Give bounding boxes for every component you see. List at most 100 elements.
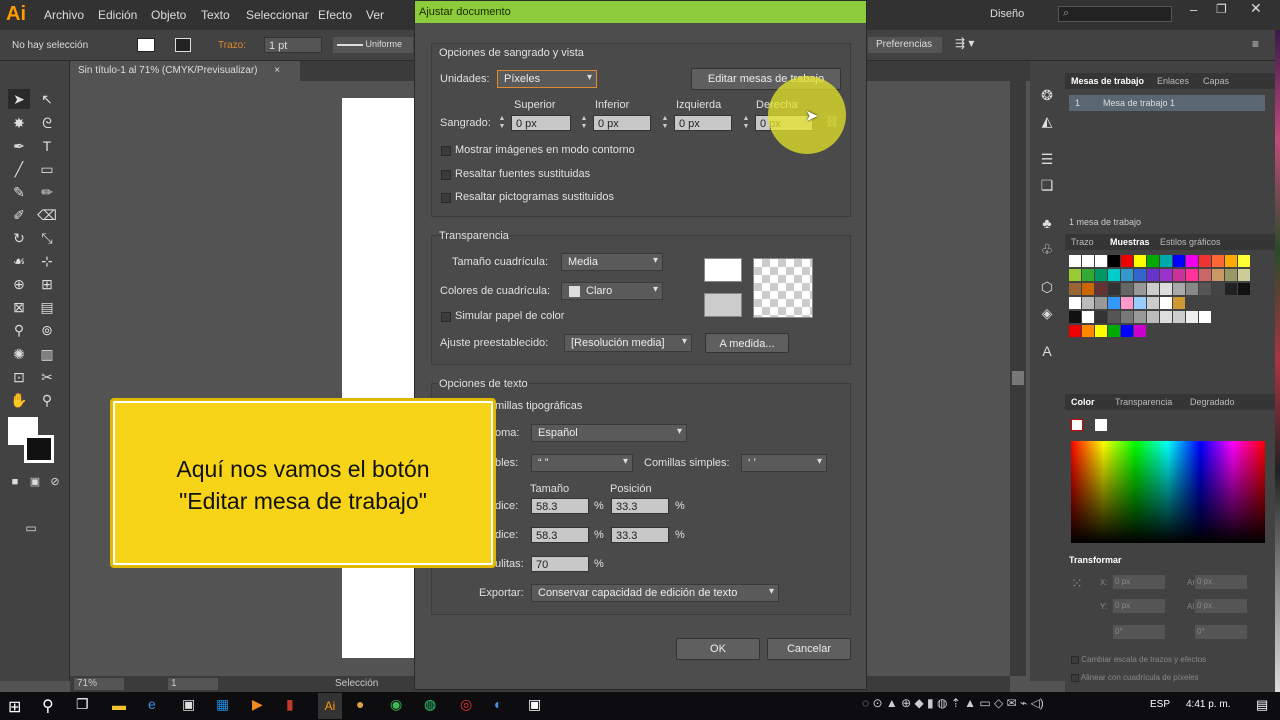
app-icon-1[interactable]: ● [356, 696, 364, 712]
app-icon-5[interactable]: ▣ [528, 696, 541, 713]
bleed-top-stepper[interactable]: ▲ ▼ [497, 115, 507, 131]
simulate-paper-label[interactable]: Simular papel de color [455, 310, 564, 322]
swatch[interactable] [1121, 255, 1133, 267]
brushes-icon[interactable]: ♧ [1036, 239, 1058, 259]
color-spectrum[interactable] [1071, 441, 1265, 543]
gradient-tool-icon[interactable]: ▤ [36, 297, 58, 317]
swatch[interactable] [1225, 255, 1237, 267]
swatch[interactable] [1121, 283, 1133, 295]
swatch[interactable] [1225, 269, 1237, 281]
notifications-icon[interactable]: ▤ [1256, 697, 1268, 713]
file-explorer-icon[interactable]: ▬ [112, 697, 126, 713]
align-icon[interactable]: ☰ [1036, 149, 1058, 169]
swatch[interactable] [1108, 325, 1120, 337]
selection-tool-icon[interactable]: ➤ [8, 89, 30, 109]
gradient-mode-icon[interactable]: ▣ [24, 472, 46, 492]
appearance-icon[interactable]: ◭ [1036, 111, 1058, 131]
flash-icon[interactable]: ▮ [286, 696, 294, 713]
type-tool-icon[interactable]: T [36, 136, 58, 156]
paintbrush-tool-icon[interactable]: ✎ [8, 182, 30, 202]
menu-efecto[interactable]: Efecto [318, 8, 352, 22]
typographic-quotes-label[interactable]: millas tipográficas [495, 400, 582, 412]
swatch[interactable] [1095, 297, 1107, 309]
swatch[interactable] [1173, 255, 1185, 267]
swatch[interactable] [1095, 325, 1107, 337]
pen-tool-icon[interactable]: ✒ [8, 136, 30, 156]
bleed-right-stepper[interactable]: ▲ ▼ [741, 115, 751, 131]
language-dropdown[interactable]: Español [531, 424, 687, 442]
document-tab[interactable]: Sin título-1 al 71% (CMYK/Previsualizar)… [70, 61, 300, 81]
swatch[interactable] [1082, 269, 1094, 281]
close-icon[interactable]: ✕ [1250, 0, 1262, 17]
swatch[interactable] [1108, 311, 1120, 323]
swatch[interactable] [1212, 255, 1224, 267]
grid-color-preview-2[interactable] [704, 293, 742, 317]
scale-tool-icon[interactable]: ⤡ [36, 228, 58, 248]
swatch[interactable] [1095, 269, 1107, 281]
task-view-icon[interactable]: ❐ [76, 696, 89, 713]
workspace-switcher[interactable]: Diseño [990, 8, 1024, 20]
graphic-styles-icon[interactable]: ⬡ [1036, 277, 1058, 297]
rectangle-tool-icon[interactable]: ▭ [36, 159, 58, 179]
none-mode-icon[interactable]: ⊘ [44, 472, 66, 492]
photoshop-icon[interactable]: ▦ [216, 696, 229, 713]
vertical-scrollbar[interactable] [1010, 81, 1026, 676]
tab-color[interactable]: Color [1071, 397, 1095, 407]
swatch[interactable] [1238, 283, 1250, 295]
pencil-tool-icon[interactable]: ✏ [36, 182, 58, 202]
bleed-bottom-field[interactable]: 0 px [593, 115, 651, 131]
swatch[interactable] [1082, 255, 1094, 267]
shear-angle-field[interactable]: 0° [1195, 625, 1247, 639]
symbols-icon[interactable]: ♣ [1036, 213, 1058, 233]
menu-texto[interactable]: Texto [201, 8, 230, 22]
swatch[interactable] [1069, 297, 1081, 309]
swatch[interactable] [1147, 255, 1159, 267]
swatch[interactable] [1108, 297, 1120, 309]
illustrator-taskbar-icon[interactable]: Ai [318, 693, 342, 719]
subscript-position-field[interactable]: 33.3 [611, 527, 669, 543]
stroke-label[interactable]: Trazo: [218, 40, 246, 51]
swatch[interactable] [1095, 311, 1107, 323]
bleed-left-stepper[interactable]: ▲ ▼ [660, 115, 670, 131]
swatch-grid[interactable] [1069, 255, 1265, 341]
swatch[interactable] [1160, 255, 1172, 267]
smallcaps-field[interactable]: 70 [531, 556, 589, 572]
layers-icon[interactable]: ◈ [1036, 303, 1058, 323]
swatch[interactable] [1134, 255, 1146, 267]
swatch[interactable] [1173, 283, 1185, 295]
bleed-top-field[interactable]: 0 px [511, 115, 571, 131]
highlight-glyphs-checkbox[interactable] [441, 193, 451, 203]
swatch[interactable] [1147, 283, 1159, 295]
mesh-tool-icon[interactable]: ⊠ [8, 297, 30, 317]
zoom-tool-icon[interactable]: ⚲ [36, 390, 58, 410]
tab-links[interactable]: Enlaces [1157, 76, 1189, 86]
color-mode-icon[interactable]: ■ [4, 472, 26, 492]
swatch[interactable] [1108, 283, 1120, 295]
custom-button[interactable]: A medida... [705, 333, 789, 353]
swatch[interactable] [1160, 311, 1172, 323]
swatch[interactable] [1121, 297, 1133, 309]
cancel-button[interactable]: Cancelar [767, 638, 851, 660]
swatch[interactable] [1095, 283, 1107, 295]
swatch[interactable] [1147, 269, 1159, 281]
line-tool-icon[interactable]: ╱ [8, 159, 30, 179]
magic-wand-tool-icon[interactable]: ✸ [8, 113, 30, 133]
free-transform-tool-icon[interactable]: ⊹ [36, 251, 58, 271]
units-dropdown[interactable]: Píxeles [497, 70, 597, 88]
swatch[interactable] [1069, 325, 1081, 337]
y-field[interactable]: 0 px [1113, 599, 1165, 613]
slice-tool-icon[interactable]: ✂ [36, 367, 58, 387]
vlc-icon[interactable]: ▶ [252, 696, 263, 713]
swatch[interactable] [1134, 283, 1146, 295]
taskbar-search-icon[interactable]: ⚲ [42, 696, 54, 716]
highlight-fonts-label[interactable]: Resaltar fuentes sustituidas [455, 168, 590, 180]
swatch[interactable] [1160, 283, 1172, 295]
white-swatch[interactable] [1095, 419, 1107, 431]
swatch[interactable] [1199, 283, 1211, 295]
swatch[interactable] [1134, 297, 1146, 309]
close-tab-icon[interactable]: × [274, 65, 280, 76]
width-field[interactable]: 0 px [1195, 575, 1247, 589]
eraser-tool-icon[interactable]: ⌫ [36, 205, 58, 225]
outline-mode-checkbox[interactable] [441, 146, 451, 156]
highlight-fonts-checkbox[interactable] [441, 170, 451, 180]
